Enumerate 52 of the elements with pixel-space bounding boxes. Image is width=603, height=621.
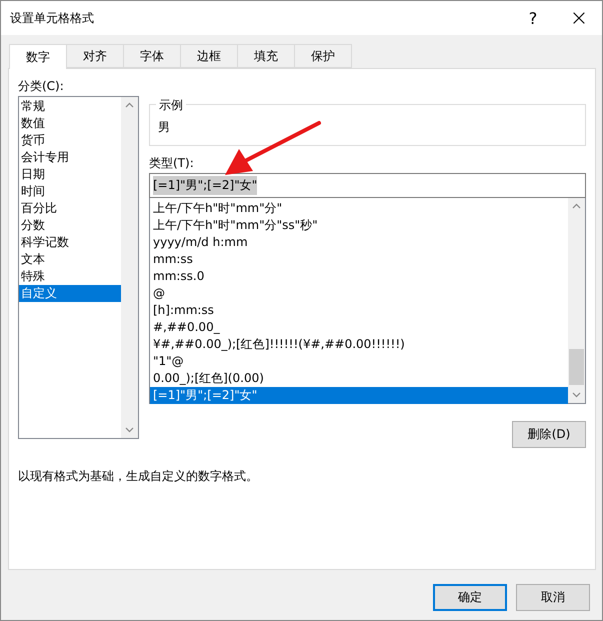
scroll-up-icon[interactable] <box>125 102 134 108</box>
tab[interactable]: 填充 <box>237 44 295 68</box>
ok-button[interactable]: 确定 <box>433 584 507 611</box>
category-label: 分类(C): <box>18 78 65 95</box>
category-list[interactable]: 常规 数值 货币 会计专用 日期 时间 百分比 分数 科学记数 文本 特殊 自定义 <box>18 96 139 439</box>
scroll-down-icon[interactable] <box>125 427 134 433</box>
tab[interactable]: 保护 <box>294 44 352 68</box>
category-item[interactable]: 文本 <box>19 251 121 268</box>
format-list[interactable]: 上午/下午h"时"mm"分" 上午/下午h"时"mm"分"ss"秒" yyyy/m/d h:mm mm:ss mm:ss.0 @ [h]:mm:ss #,##0.00_ ¥#,##0.00_);[红色]!!!!!!(¥#,##0.00!!!!!!) "1"@ 0.00_);[红色](0.00) [=1]"男";[=2]"女" <box>149 198 586 404</box>
format-item[interactable]: 0.00_);[红色](0.00) <box>150 370 568 387</box>
type-input-field[interactable]: [=1]"男";[=2]"女" <box>149 173 586 198</box>
format-item[interactable]: mm:ss <box>150 251 568 268</box>
sample-value: 男 <box>158 120 170 134</box>
category-item[interactable]: 分数 <box>19 217 121 234</box>
category-item[interactable]: 货币 <box>19 132 121 149</box>
format-item[interactable]: [h]:mm:ss <box>150 302 568 319</box>
cancel-button[interactable]: 取消 <box>516 584 590 611</box>
sample-label: 示例 <box>156 97 186 114</box>
format-item[interactable]: 上午/下午h"时"mm"分"ss"秒" <box>150 217 568 234</box>
scrollbar[interactable] <box>568 198 585 403</box>
format-item[interactable]: 上午/下午h"时"mm"分" <box>150 200 568 217</box>
category-item[interactable]: 数值 <box>19 115 121 132</box>
scroll-thumb[interactable] <box>569 349 584 385</box>
format-item[interactable]: ¥#,##0.00_);[红色]!!!!!!(¥#,##0.00!!!!!!) <box>150 336 568 353</box>
scrollbar[interactable] <box>121 97 138 438</box>
format-item[interactable]: "1"@ <box>150 353 568 370</box>
tab[interactable]: 对齐 <box>66 44 124 68</box>
description-text: 以现有格式为基础，生成自定义的数字格式。 <box>18 468 259 485</box>
category-item[interactable]: 日期 <box>19 166 121 183</box>
category-item[interactable]: 时间 <box>19 183 121 200</box>
tab[interactable]: 边框 <box>180 44 238 68</box>
category-item[interactable]: 常规 <box>19 98 121 115</box>
category-item[interactable]: 特殊 <box>19 268 121 285</box>
scroll-up-icon[interactable] <box>572 203 581 209</box>
delete-button[interactable]: 删除(D) <box>512 421 586 448</box>
tab[interactable]: 字体 <box>123 44 181 68</box>
scroll-down-icon[interactable] <box>572 392 581 398</box>
format-item[interactable]: yyyy/m/d h:mm <box>150 234 568 251</box>
category-item[interactable]: 科学记数 <box>19 234 121 251</box>
category-item[interactable]: 百分比 <box>19 200 121 217</box>
format-item[interactable]: [=1]"男";[=2]"女" <box>150 387 568 404</box>
format-item[interactable]: mm:ss.0 <box>150 268 568 285</box>
type-label: 类型(T): <box>149 155 195 172</box>
category-item[interactable]: 会计专用 <box>19 149 121 166</box>
tab[interactable]: 数字 <box>9 44 67 69</box>
category-item[interactable]: 自定义 <box>19 285 121 302</box>
arrow-icon <box>223 119 323 177</box>
format-item[interactable]: #,##0.00_ <box>150 319 568 336</box>
close-button[interactable]: × <box>556 1 602 35</box>
window-title: 设置单元格格式 <box>10 10 95 26</box>
help-button[interactable]: ? <box>510 1 556 35</box>
format-item[interactable]: @ <box>150 285 568 302</box>
